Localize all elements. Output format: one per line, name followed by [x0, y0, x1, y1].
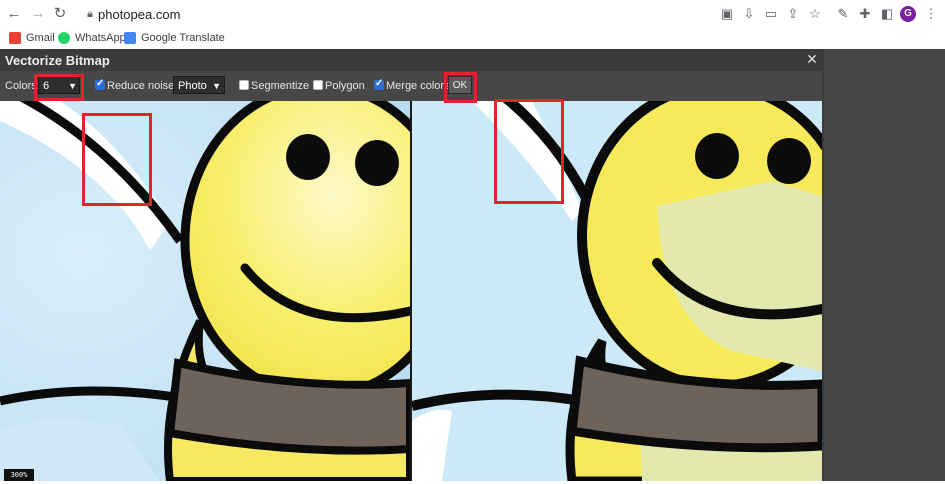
original-preview[interactable] [0, 101, 410, 481]
original-bee-image [0, 101, 410, 481]
bookmark-label: Google Translate [141, 32, 225, 44]
bookmark-whatsapp[interactable]: WhatsApp [58, 30, 126, 46]
translate-icon [124, 32, 136, 44]
dialog-titlebar[interactable]: Vectorize Bitmap ✕ [0, 49, 822, 71]
mode-select[interactable]: Photo ▼ [173, 76, 225, 94]
mode-value: Photo [178, 80, 207, 92]
merge-colors-checkbox[interactable] [374, 78, 384, 90]
polygon-checkbox[interactable] [313, 80, 323, 90]
page-icon[interactable]: ▭ [762, 5, 780, 23]
profile-avatar[interactable]: G [900, 6, 916, 22]
lock-icon[interactable]: 🔒︎ [82, 6, 98, 22]
gmail-icon [9, 32, 21, 44]
bookmark-google-translate[interactable]: Google Translate [124, 30, 225, 46]
reload-icon[interactable]: ↻ [52, 6, 68, 22]
vectorize-dialog: Vectorize Bitmap ✕ Colors: 6 ▼ Reduce no… [0, 49, 822, 481]
bookmark-label: WhatsApp [75, 32, 126, 44]
colors-label: Colors: [5, 80, 40, 92]
vectorized-preview[interactable] [412, 101, 822, 481]
extensions-icon[interactable]: ✚ [856, 5, 874, 23]
vectorized-bee-image [412, 101, 822, 481]
bookmark-gmail[interactable]: Gmail [9, 30, 55, 46]
chevron-down-icon: ▼ [212, 81, 221, 91]
polygon-label[interactable]: Polygon [325, 80, 365, 92]
colors-value: 6 [43, 80, 50, 92]
side-panel-icon[interactable]: ◧ [878, 5, 896, 23]
share-icon[interactable]: ⇪ [784, 5, 802, 23]
browser-toolbar: ← → ↻ 🔒︎ photopea.com ▣ ⇩ ▭ ⇪ ☆ ✎ ✚ ◧ G … [0, 0, 945, 27]
ok-button[interactable]: OK [448, 76, 472, 94]
forward-icon[interactable]: → [30, 6, 46, 22]
bookmark-star-icon[interactable]: ☆ [806, 5, 824, 23]
chevron-down-icon[interactable]: ▼ [68, 77, 77, 95]
address-bar[interactable]: 🔒︎ photopea.com [78, 4, 708, 24]
zoom-level-label: 300% [4, 469, 34, 481]
back-icon[interactable]: ← [6, 6, 22, 22]
bookmarks-bar: Gmail WhatsApp Google Translate [0, 27, 945, 50]
download-icon[interactable]: ⇩ [740, 5, 758, 23]
more-menu-icon[interactable]: ⋮ [922, 5, 940, 23]
photopea-app: Vectorize Bitmap ✕ Colors: 6 ▼ Reduce no… [0, 49, 945, 484]
merge-colors-label[interactable]: Merge colors [386, 80, 450, 92]
colors-stepper[interactable]: 6 ▼ [38, 76, 80, 94]
dialog-title: Vectorize Bitmap [5, 53, 110, 68]
segmentize-label[interactable]: Segmentize [251, 80, 309, 92]
eyedropper-icon[interactable]: ✎ [834, 5, 852, 23]
dialog-edge [822, 49, 824, 481]
bookmark-label: Gmail [26, 32, 55, 44]
close-icon[interactable]: ✕ [804, 51, 820, 67]
clipboard-icon[interactable]: ▣ [718, 5, 736, 23]
segmentize-checkbox[interactable] [239, 80, 249, 90]
reduce-noise-label[interactable]: Reduce noise [107, 80, 174, 92]
url-text[interactable]: photopea.com [98, 7, 180, 22]
reduce-noise-checkbox[interactable] [95, 78, 105, 90]
dialog-options-bar: Colors: 6 ▼ Reduce noise Photo ▼ Segment… [0, 71, 822, 101]
whatsapp-icon [58, 32, 70, 44]
